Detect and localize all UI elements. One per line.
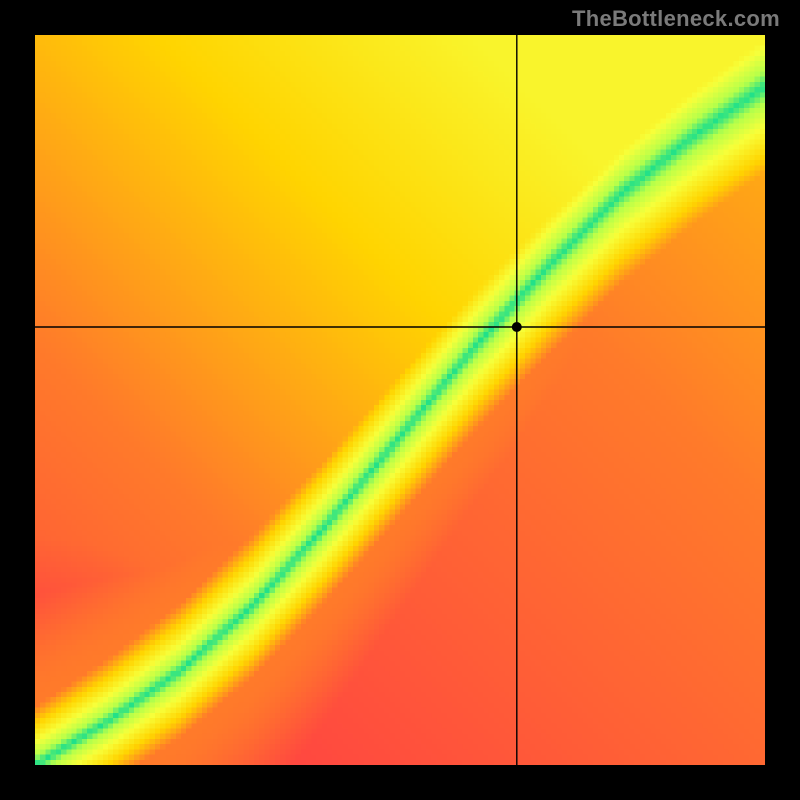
chart-stage: TheBottleneck.com <box>0 0 800 800</box>
bottleneck-heatmap <box>35 35 765 765</box>
watermark-text: TheBottleneck.com <box>572 6 780 32</box>
